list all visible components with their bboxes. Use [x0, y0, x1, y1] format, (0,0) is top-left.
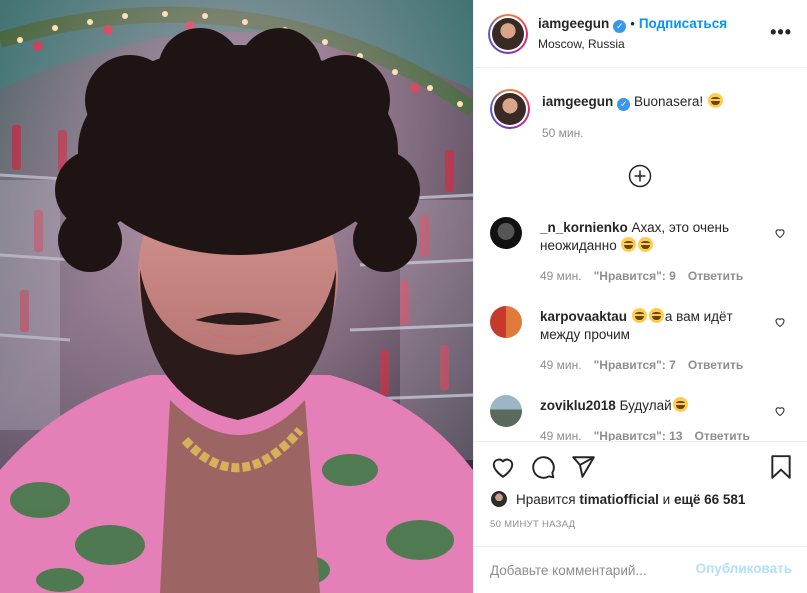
author-avatar[interactable]: [488, 14, 528, 54]
small-heart-icon[interactable]: [774, 405, 786, 417]
reply-button[interactable]: Ответить: [688, 358, 743, 372]
comment-text-line: а вам идёт: [664, 309, 733, 324]
caption-text-row: iamgeegun ✓ Buonasera!: [542, 93, 782, 111]
comment-meta: 49 мин. "Нравится": 9 Ответить: [540, 269, 743, 283]
reply-button[interactable]: Ответить: [688, 269, 743, 283]
comment-text: _n_kornienko Ахах, это очень неожиданно: [540, 219, 768, 255]
post-side-panel: iamgeegun ✓ • Подписаться Moscow, Russia ••…: [473, 0, 807, 593]
comment-username[interactable]: zoviklu2018: [540, 398, 616, 413]
bookmark-icon[interactable]: [768, 454, 794, 480]
comment-time: 49 мин.: [540, 269, 582, 283]
caption-username[interactable]: iamgeegun: [542, 94, 613, 109]
add-comments-icon[interactable]: [628, 164, 652, 188]
comment-text-line: Будулай: [619, 398, 672, 413]
comment-likes[interactable]: "Нравится": 13: [594, 429, 683, 441]
selfie-image: [0, 0, 473, 593]
grinning-sweat-emoji-icon: [638, 237, 654, 252]
post-time-ago[interactable]: 50 минут назад: [490, 519, 575, 530]
comment-meta: 49 мин. "Нравится": 13 Ответить: [540, 429, 750, 441]
rofl-emoji-icon: [648, 308, 664, 323]
verified-badge-icon: ✓: [617, 98, 631, 111]
comment-username[interactable]: _n_kornienko: [540, 220, 628, 235]
commenter-avatar[interactable]: [490, 395, 522, 427]
comment-time: 49 мин.: [540, 429, 582, 441]
comment-item: zoviklu2018 Будулай 49 мин. "Нравится": 1…: [490, 395, 790, 441]
caption-text: Buonasera!: [634, 94, 704, 109]
post-caption: iamgeegun ✓ Buonasera! 50 мин.: [490, 89, 790, 149]
post-actions: Нравится timatiofficial и ещё 66 581 50 …: [474, 441, 807, 546]
small-heart-icon[interactable]: [774, 227, 786, 239]
rofl-emoji-icon: [631, 308, 647, 323]
more-options-icon[interactable]: •••: [770, 22, 792, 43]
comment-meta: 49 мин. "Нравится": 7 Ответить: [540, 358, 743, 372]
share-icon[interactable]: [570, 454, 596, 480]
separator-dot: •: [630, 16, 635, 31]
grinning-sweat-emoji-icon: [621, 237, 637, 252]
verified-badge-icon: ✓: [613, 20, 627, 33]
liker-username[interactable]: timatiofficial: [579, 492, 659, 507]
comment-username[interactable]: karpovaaktau: [540, 309, 627, 324]
add-comment-bar: Опубликовать: [474, 546, 807, 593]
likes-middle: и: [662, 491, 671, 507]
comments-list: iamgeegun ✓ Buonasera! 50 мин. _n_kornien…: [474, 69, 807, 441]
comment-text-line: неожиданно: [540, 238, 617, 253]
commenter-avatar[interactable]: [490, 217, 522, 249]
post-location[interactable]: Moscow, Russia: [538, 37, 625, 51]
author-username[interactable]: iamgeegun: [538, 16, 609, 31]
likes-count[interactable]: ещё 66 581: [674, 492, 745, 507]
grinning-sweat-emoji-icon: [707, 93, 723, 108]
comment-item: karpovaaktau а вам идёт между прочим 49 …: [490, 306, 790, 376]
comment-likes[interactable]: "Нравится": 7: [594, 358, 676, 372]
caption-avatar[interactable]: [490, 89, 530, 129]
comment-likes[interactable]: "Нравится": 9: [594, 269, 676, 283]
commenter-avatar[interactable]: [490, 306, 522, 338]
comment-text: karpovaaktau а вам идёт между прочим: [540, 308, 768, 344]
comment-text-line: между прочим: [540, 327, 630, 342]
publish-button[interactable]: Опубликовать: [696, 561, 792, 576]
follow-button[interactable]: Подписаться: [639, 16, 727, 31]
comment-time: 49 мин.: [540, 358, 582, 372]
liker-avatar: [490, 490, 508, 508]
comment-text-line: Ахах, это очень: [631, 220, 730, 235]
likes-summary[interactable]: Нравится timatiofficial и ещё 66 581: [490, 488, 745, 510]
grinning-sweat-emoji-icon: [672, 397, 688, 412]
header-title-row: iamgeegun ✓ • Подписаться: [538, 16, 727, 33]
comment-item: _n_kornienko Ахах, это очень неожиданно …: [490, 217, 790, 287]
comment-text: zoviklu2018 Будулай: [540, 397, 768, 415]
post-header: iamgeegun ✓ • Подписаться Moscow, Russia ••…: [474, 0, 807, 68]
reply-button[interactable]: Ответить: [694, 429, 749, 441]
caption-time: 50 мин.: [542, 126, 584, 140]
comment-icon[interactable]: [530, 454, 556, 480]
likes-prefix: Нравится: [516, 491, 576, 507]
comment-input[interactable]: [490, 560, 690, 580]
post-photo[interactable]: [0, 0, 473, 593]
instagram-post-view: iamgeegun ✓ • Подписаться Moscow, Russia ••…: [0, 0, 807, 593]
small-heart-icon[interactable]: [774, 316, 786, 328]
heart-icon[interactable]: [490, 454, 516, 480]
